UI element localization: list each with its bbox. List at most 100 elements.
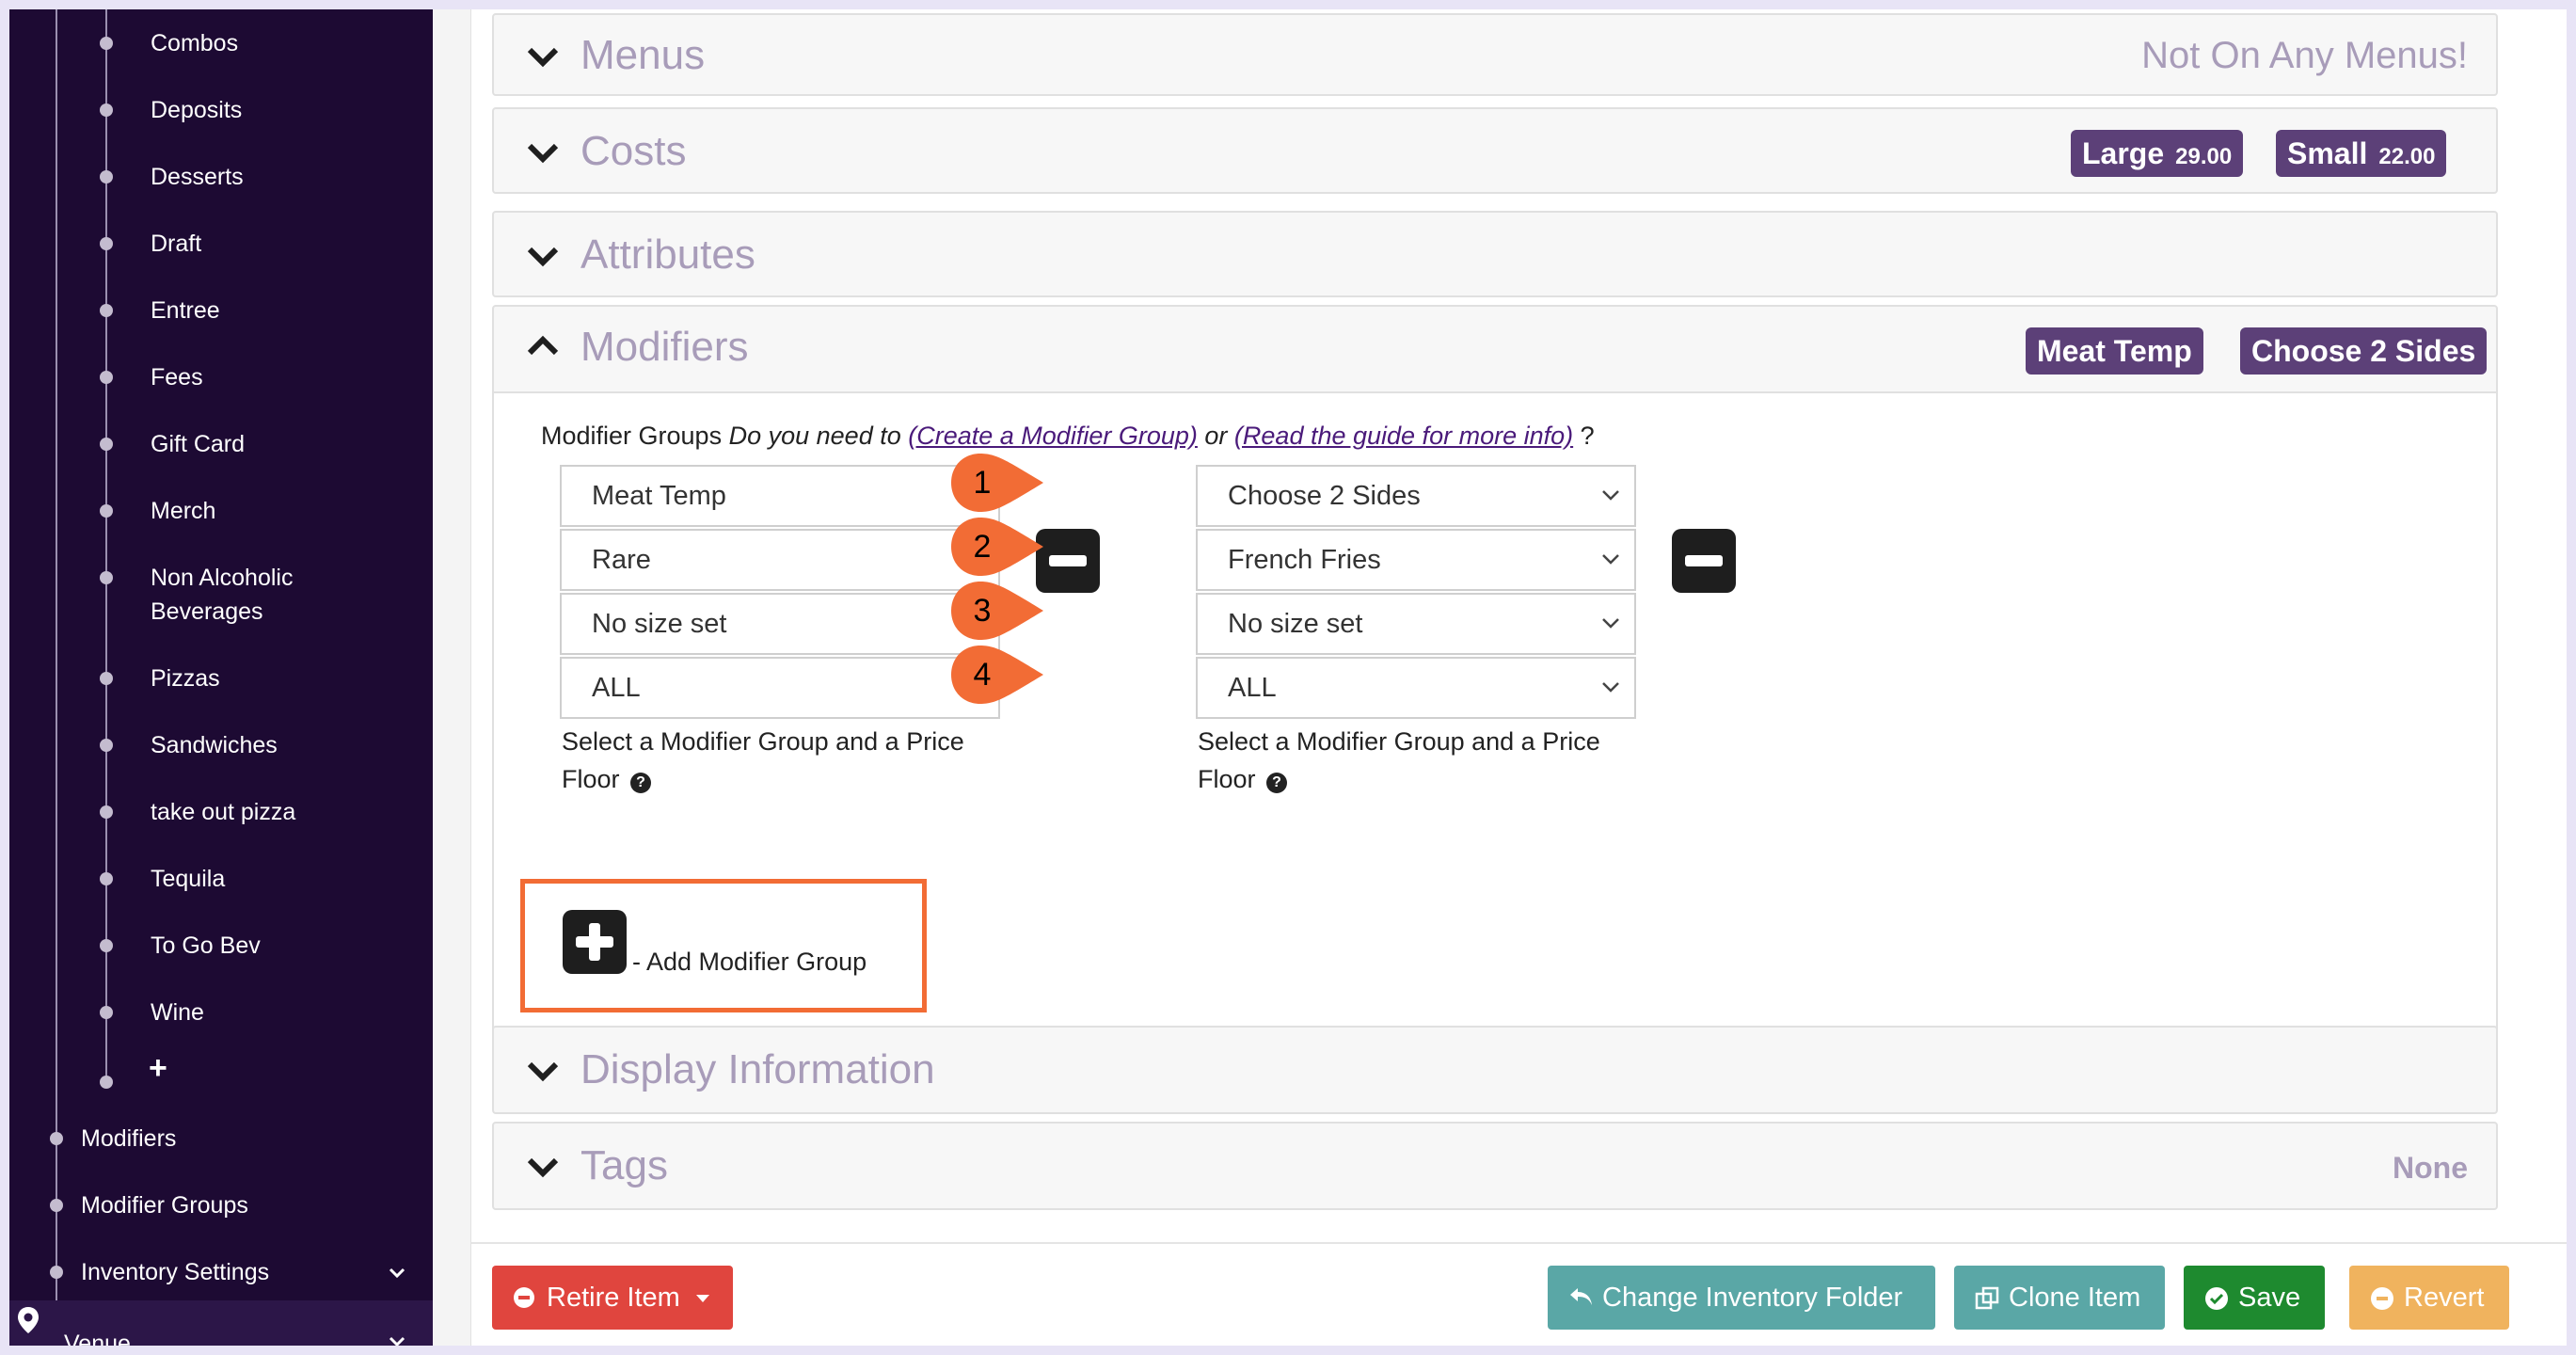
chevron-down-icon[interactable]	[388, 1264, 406, 1283]
help-line: Floor	[1198, 765, 1256, 793]
chevron-down-icon[interactable]	[524, 1148, 562, 1186]
question-circle-icon[interactable]: ?	[630, 773, 652, 793]
sidebar-item-fees[interactable]: Fees	[151, 360, 203, 394]
chevron-up-icon[interactable]	[524, 327, 562, 365]
remove-modifier-group-button[interactable]	[1036, 529, 1100, 593]
tree-dot	[100, 672, 113, 685]
step-marker-4: 4	[949, 644, 1045, 706]
sidebar-item-pizzas[interactable]: Pizzas	[151, 662, 220, 695]
save-button[interactable]: Save	[2184, 1266, 2325, 1330]
minus-circle-icon	[2371, 1287, 2393, 1310]
price-floor-select[interactable]: ALL	[560, 657, 1000, 719]
chevron-down-icon	[1602, 554, 1619, 565]
tree-dot	[100, 504, 113, 518]
chevron-down-icon	[1602, 490, 1619, 501]
tree-dot	[100, 1076, 113, 1089]
sidebar-item-to-go-bev[interactable]: To Go Bev	[151, 929, 261, 963]
sidebar-item-gift-card[interactable]: Gift Card	[151, 427, 245, 461]
modifier-group-select[interactable]: Meat Temp	[560, 465, 1000, 527]
question-circle-icon[interactable]: ?	[1266, 773, 1288, 793]
costs-panel[interactable]: Costs Large 29.00 Small 22.00	[492, 107, 2498, 194]
tree-dot	[100, 1006, 113, 1019]
modifier-badge-meat-temp: Meat Temp	[2026, 327, 2203, 375]
sidebar-item-draft[interactable]: Draft	[151, 227, 201, 261]
sidebar-item-tequila[interactable]: Tequila	[151, 862, 225, 896]
sidebar-item-entree[interactable]: Entree	[151, 294, 220, 327]
panel-title-tags: Tags	[580, 1142, 668, 1188]
modifier-badge-choose-2-sides: Choose 2 Sides	[2240, 327, 2488, 375]
sidebar-item-wine[interactable]: Wine	[151, 996, 204, 1029]
modifier-group-help: Select a Modifier Group and a Price Floo…	[562, 723, 964, 798]
help-line: Floor	[562, 765, 620, 793]
select-value: French Fries	[1228, 545, 1381, 575]
add-modifier-group-highlight: - Add Modifier Group	[520, 879, 927, 1012]
tags-panel[interactable]: Tags None	[492, 1122, 2498, 1210]
retire-item-button[interactable]: Retire Item	[492, 1266, 733, 1330]
tree-dot	[100, 438, 113, 451]
attributes-panel[interactable]: Attributes	[492, 211, 2498, 297]
price-floor-select[interactable]: ALL	[1196, 657, 1636, 719]
remove-modifier-group-button[interactable]	[1672, 529, 1736, 593]
sidebar-item-deposits[interactable]: Deposits	[151, 93, 242, 127]
clone-icon	[1975, 1286, 1999, 1310]
chevron-down-icon[interactable]	[524, 38, 562, 75]
tree-line-outer	[56, 9, 57, 1300]
size-select[interactable]: No size set	[560, 593, 1000, 655]
add-modifier-group-label[interactable]: - Add Modifier Group	[632, 948, 867, 977]
change-inventory-folder-label: Change Inventory Folder	[1602, 1283, 1903, 1313]
save-label: Save	[2238, 1283, 2301, 1313]
menus-panel[interactable]: Menus Not On Any Menus!	[492, 13, 2498, 96]
revert-button[interactable]: Revert	[2349, 1266, 2509, 1330]
venue-label: Venue	[64, 1331, 131, 1346]
sidebar-item-non-alcoholic-line2[interactable]: Beverages	[151, 595, 263, 629]
default-modifier-select[interactable]: French Fries	[1196, 529, 1636, 591]
help-line: Select a Modifier Group and a Price	[1198, 727, 1600, 756]
add-modifier-group-button[interactable]	[563, 910, 627, 974]
menus-status: Not On Any Menus!	[2141, 35, 2468, 76]
modifier-group-select[interactable]: Choose 2 Sides	[1196, 465, 1636, 527]
sidebar-item-modifiers[interactable]: Modifiers	[81, 1122, 176, 1156]
chevron-down-icon[interactable]	[388, 1332, 406, 1346]
sidebar-item-non-alcoholic[interactable]: Non Alcoholic	[151, 561, 293, 595]
modifier-group-help: Select a Modifier Group and a Price Floo…	[1198, 723, 1600, 798]
cost-badge-label: Large	[2082, 136, 2165, 170]
select-value: No size set	[1228, 609, 1363, 639]
map-pin-icon	[18, 1307, 39, 1333]
select-value: Rare	[592, 545, 651, 575]
sidebar-item-modifier-groups[interactable]: Modifier Groups	[81, 1188, 248, 1222]
marker-number: 1	[973, 465, 992, 501]
display-information-panel[interactable]: Display Information	[492, 1026, 2498, 1114]
sidebar: Combos Deposits Desserts Draft Entree Fe…	[9, 9, 433, 1346]
tree-dot	[100, 37, 113, 50]
tree-dot	[100, 872, 113, 885]
select-value: ALL	[1228, 673, 1277, 703]
chevron-down-icon[interactable]	[524, 134, 562, 171]
sidebar-item-combos[interactable]: Combos	[151, 26, 238, 60]
sidebar-item-merch[interactable]: Merch	[151, 494, 215, 528]
sidebar-item-venue[interactable]: Venue	[9, 1300, 433, 1346]
add-category-button[interactable]: +	[149, 1052, 167, 1084]
default-modifier-select[interactable]: Rare	[560, 529, 1000, 591]
cost-badge-small: Small 22.00	[2276, 130, 2447, 177]
tree-dot	[100, 304, 113, 317]
clone-item-button[interactable]: Clone Item	[1954, 1266, 2165, 1330]
sidebar-item-desserts[interactable]: Desserts	[151, 160, 244, 194]
create-modifier-group-link[interactable]: (Create a Modifier Group)	[908, 422, 1198, 450]
select-value: ALL	[592, 673, 641, 703]
cost-badge-value: 29.00	[2175, 144, 2233, 169]
check-circle-icon	[2205, 1287, 2228, 1310]
cost-badge-label: Small	[2287, 136, 2368, 170]
panel-title-attributes: Attributes	[580, 231, 755, 278]
caret-down-icon	[696, 1295, 709, 1302]
chevron-down-icon[interactable]	[524, 237, 562, 275]
tree-dot	[100, 571, 113, 584]
sidebar-item-take-out-pizza[interactable]: take out pizza	[151, 795, 295, 829]
size-select[interactable]: No size set	[1196, 593, 1636, 655]
sidebar-item-inventory-settings[interactable]: Inventory Settings	[81, 1255, 269, 1289]
change-inventory-folder-button[interactable]: Change Inventory Folder	[1548, 1266, 1935, 1330]
chevron-down-icon[interactable]	[524, 1052, 562, 1090]
minus-icon	[1049, 555, 1087, 566]
sidebar-item-sandwiches[interactable]: Sandwiches	[151, 728, 278, 762]
read-guide-link[interactable]: (Read the guide for more info)	[1234, 422, 1573, 450]
minus-circle-icon	[514, 1287, 534, 1308]
